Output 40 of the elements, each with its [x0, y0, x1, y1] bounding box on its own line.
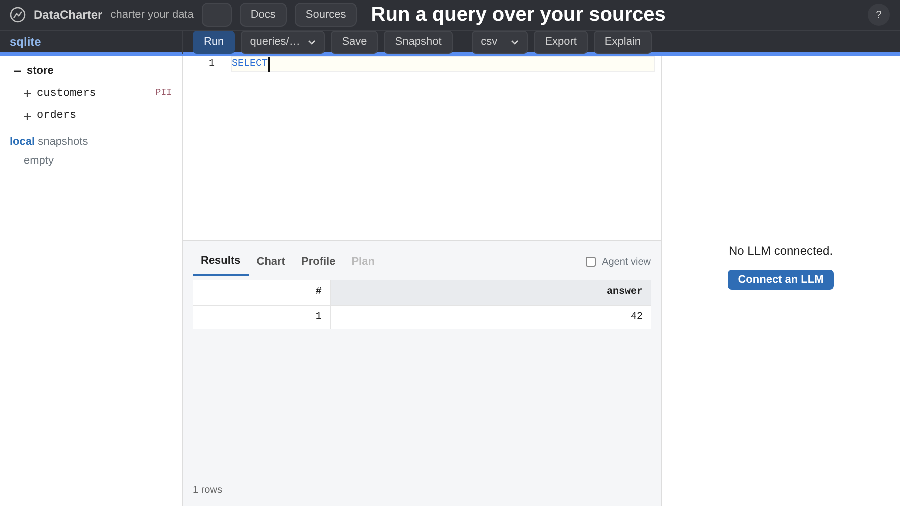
help-button[interactable]: ? — [868, 4, 890, 26]
snapshot-button[interactable]: Snapshot — [384, 31, 453, 54]
table-cell: 42 — [330, 305, 651, 328]
explain-button[interactable]: Explain — [594, 31, 652, 54]
app-tagline: charter your data — [110, 8, 194, 23]
table-name[interactable]: customers — [37, 86, 96, 102]
caret-icon — [511, 40, 520, 45]
pii-tag: PII — [156, 87, 172, 100]
source-engine: local — [10, 134, 36, 150]
plus-icon[interactable] — [24, 112, 31, 120]
status-message: No LLM connected. — [728, 242, 834, 260]
export-button[interactable]: Export — [534, 31, 588, 54]
nav-button[interactable]: Docs — [240, 2, 287, 28]
results-tab[interactable]: Chart — [248, 250, 294, 274]
table-cell: 1 — [193, 305, 330, 328]
column-header: answer — [330, 280, 651, 305]
app-name: DataCharter — [34, 7, 103, 24]
save-button[interactable]: Save — [331, 31, 378, 54]
column-header: # — [193, 280, 330, 305]
select-field[interactable]: csv — [472, 31, 528, 54]
agent-view-checkbox[interactable] — [586, 257, 596, 268]
source-engine: sqlite — [10, 34, 42, 52]
code-line[interactable]: SELECT — [232, 56, 270, 72]
row-count: 1 rows — [193, 484, 224, 498]
results-tab[interactable]: Results — [193, 249, 249, 276]
results-tab[interactable]: Profile — [293, 250, 344, 274]
chart-logo-icon — [10, 7, 26, 23]
empty-text: empty — [23, 154, 55, 169]
schema-name[interactable]: store — [27, 63, 54, 80]
nav-button[interactable]: Sources — [294, 2, 358, 28]
caption-text: Run a query over your sources — [371, 3, 666, 28]
plus-icon[interactable] — [24, 90, 31, 98]
section-label: snapshots — [38, 134, 88, 150]
run-button[interactable]: Run — [193, 31, 236, 54]
table-name[interactable]: orders — [37, 108, 77, 124]
line-number: 1 — [208, 58, 215, 72]
checkbox-label: Agent view — [602, 256, 651, 270]
caret-icon — [308, 40, 316, 45]
connect-button[interactable]: Connect an LLM — [728, 270, 834, 290]
select-field[interactable]: queries/… — [241, 31, 326, 54]
